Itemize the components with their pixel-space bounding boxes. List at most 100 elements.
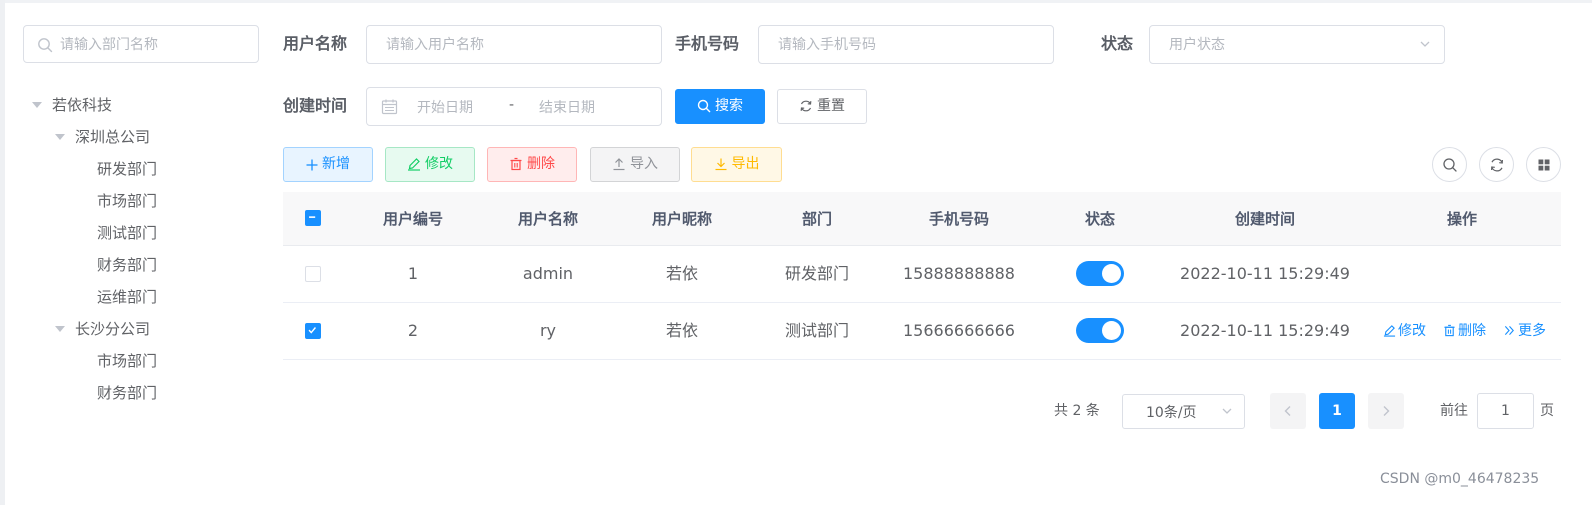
table-header: 用户编号 用户名称 用户昵称 部门 手机号码 状态 创建时间 操作	[283, 192, 1561, 246]
toggle-search-button[interactable]	[1432, 147, 1467, 182]
phone-field[interactable]	[758, 25, 1054, 64]
status-label: 状态	[1101, 34, 1134, 53]
page-size-select[interactable]: 10条/页	[1122, 394, 1245, 429]
watermark: CSDN @m0_46478235	[1380, 471, 1540, 487]
refresh-icon	[800, 100, 812, 112]
status-select-input[interactable]	[1169, 35, 1389, 55]
add-user-button[interactable]: 新增	[283, 147, 373, 182]
search-button[interactable]: 搜索	[675, 89, 765, 124]
caret-down-icon[interactable]	[32, 102, 42, 108]
edit-icon	[408, 158, 420, 171]
export-button[interactable]: 导出	[691, 147, 782, 182]
import-button[interactable]: 导入	[590, 147, 680, 182]
tree-node-changsha-branch[interactable]: 长沙分公司	[23, 313, 259, 345]
tree-node-shenzhen-hq[interactable]: 深圳总公司	[23, 121, 259, 153]
plus-icon	[306, 159, 318, 171]
tree-node-ops-dept[interactable]: 运维部门	[23, 281, 259, 313]
cell-status	[1033, 246, 1167, 302]
grid-icon	[1538, 159, 1550, 171]
reset-button-label: 重置	[817, 98, 845, 114]
switch-knob	[1102, 321, 1121, 340]
column-header-status[interactable]: 状态	[1033, 192, 1167, 246]
search-icon	[697, 99, 711, 113]
double-chevron-right-icon	[1504, 325, 1514, 336]
download-icon	[715, 158, 726, 171]
tree-node-label: 市场部门	[97, 192, 158, 210]
chevron-down-icon	[1222, 408, 1232, 414]
tree-node-label: 财务部门	[97, 384, 158, 402]
cell-phone: 15666666666	[903, 321, 1015, 340]
row-delete-link[interactable]: 删除	[1443, 303, 1486, 359]
status-select[interactable]	[1149, 25, 1445, 64]
date-range-picker[interactable]: 开始日期 - 结束日期	[366, 87, 662, 126]
calendar-icon	[381, 99, 398, 115]
search-icon	[38, 38, 53, 53]
status-switch[interactable]	[1076, 261, 1124, 286]
tree-node-market-dept-2[interactable]: 市场部门	[23, 345, 259, 377]
goto-page-field[interactable]	[1477, 393, 1534, 429]
column-header-phone[interactable]: 手机号码	[885, 192, 1033, 246]
chevron-down-icon	[1420, 41, 1430, 47]
tree-node-label: 深圳总公司	[75, 128, 151, 146]
page-number-current[interactable]: 1	[1319, 393, 1355, 429]
cell-user-id: 1	[407, 264, 419, 283]
page-suffix-label: 页	[1540, 403, 1554, 419]
column-settings-button[interactable]	[1526, 147, 1561, 182]
add-button-label: 新增	[322, 156, 350, 172]
reset-button[interactable]: 重置	[777, 89, 867, 124]
refresh-table-button[interactable]	[1479, 147, 1514, 182]
caret-down-icon[interactable]	[55, 134, 65, 140]
range-separator: -	[509, 97, 515, 113]
column-header-user-id[interactable]: 用户编号	[345, 192, 481, 246]
cell-phone: 15888888888	[903, 264, 1015, 283]
row-checkbox[interactable]	[305, 323, 321, 339]
tree-node-market-dept[interactable]: 市场部门	[23, 185, 259, 217]
column-header-username[interactable]: 用户名称	[481, 192, 615, 246]
user-table: 用户编号 用户名称 用户昵称 部门 手机号码 状态 创建时间 操作 1 admi…	[283, 192, 1561, 360]
export-button-label: 导出	[731, 156, 760, 172]
column-header-dept[interactable]: 部门	[749, 192, 885, 246]
column-header-nickname[interactable]: 用户昵称	[615, 192, 749, 246]
row-checkbox[interactable]	[305, 266, 321, 282]
next-page-button[interactable]	[1368, 393, 1404, 429]
tree-node-rd-dept[interactable]: 研发部门	[23, 153, 259, 185]
delete-button-label: 删除	[527, 156, 555, 172]
edit-icon	[1383, 325, 1396, 337]
search-button-label: 搜索	[715, 98, 743, 114]
caret-down-icon[interactable]	[55, 326, 65, 332]
goto-page-input[interactable]	[1478, 401, 1533, 421]
page-size-value: 10条/页	[1146, 405, 1197, 421]
refresh-icon	[1491, 158, 1503, 172]
delete-user-button[interactable]: 删除	[487, 147, 577, 182]
row-checkbox-cell	[283, 246, 345, 302]
row-edit-link[interactable]: 修改	[1383, 303, 1426, 359]
table-row[interactable]: 2 ry 若依 测试部门 15666666666 2022-10-11 15:2…	[283, 303, 1561, 360]
tree-node-finance-dept-2[interactable]: 财务部门	[23, 377, 259, 409]
created-time-label: 创建时间	[283, 96, 348, 115]
tree-node-test-dept[interactable]: 测试部门	[23, 217, 259, 249]
column-header-actions: 操作	[1446, 210, 1477, 228]
edit-user-button[interactable]: 修改	[385, 147, 475, 182]
tree-node-ruoyi-tech[interactable]: 若依科技	[23, 89, 259, 121]
dept-search-input[interactable]	[60, 34, 250, 56]
username-input[interactable]	[386, 35, 646, 55]
row-edit-label: 修改	[1398, 323, 1426, 339]
phone-input[interactable]	[778, 35, 1038, 55]
cell-user-id: 2	[407, 321, 419, 340]
row-checkbox-cell	[283, 303, 345, 359]
table-row[interactable]: 1 admin 若依 研发部门 15888888888 2022-10-11 1…	[283, 246, 1561, 303]
select-all-checkbox[interactable]	[305, 210, 321, 226]
prev-page-button[interactable]	[1270, 393, 1306, 429]
check-icon	[308, 327, 316, 334]
end-date-input[interactable]: 结束日期	[539, 97, 595, 117]
username-field[interactable]	[366, 25, 662, 64]
window-top-edge	[0, 0, 1592, 3]
row-more-link[interactable]: 更多	[1503, 303, 1546, 359]
column-header-created[interactable]: 创建时间	[1167, 192, 1363, 246]
start-date-input[interactable]: 开始日期	[417, 97, 473, 117]
dept-search-box[interactable]	[23, 25, 259, 63]
tree-node-finance-dept[interactable]: 财务部门	[23, 249, 259, 281]
username-label: 用户名称	[283, 34, 348, 53]
tree-node-label: 长沙分公司	[75, 320, 151, 338]
status-switch[interactable]	[1076, 318, 1124, 343]
